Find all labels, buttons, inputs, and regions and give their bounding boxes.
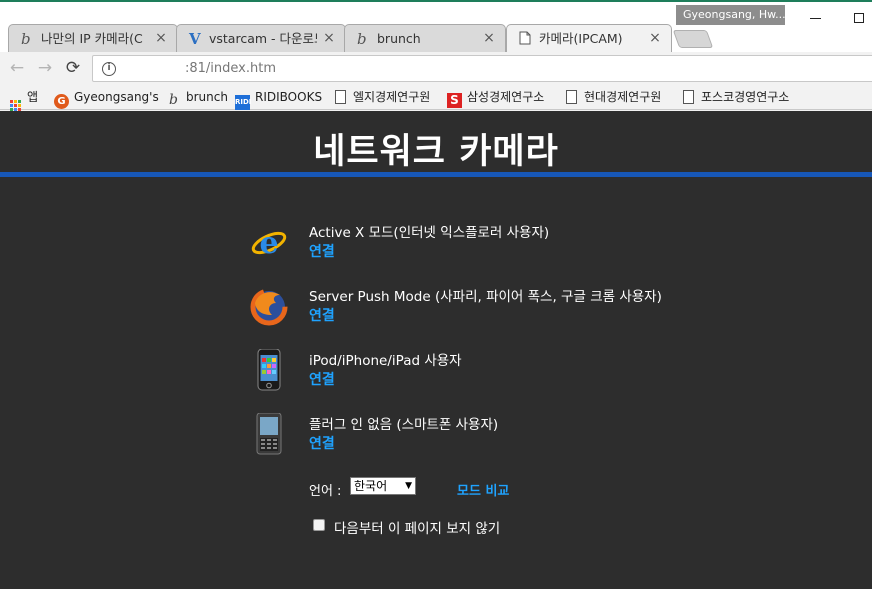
dont-show-again-label: 다음부터 이 페이지 보지 않기 <box>334 521 501 537</box>
mode-no-plugin: 플러그 인 없음 (스마트폰 사용자) 연결 <box>250 413 810 461</box>
bookmark-label: brunch <box>186 90 228 104</box>
page-icon <box>566 90 577 104</box>
bookmark-ridibooks[interactable]: RIDI RIDIBOOKS <box>235 88 323 110</box>
page-title: 네트워크 카메라 <box>313 132 559 172</box>
bookmark-lg-economic[interactable]: 엘지경제연구원 <box>335 88 430 106</box>
mode-ios: iPod/iPhone/iPad 사용자 연결 <box>250 349 810 397</box>
bookmark-label: 현대경제연구원 <box>584 90 662 104</box>
bookmark-label: 엘지경제연구원 <box>353 90 431 104</box>
tab-label: 카메라(IPCAM) <box>539 31 623 46</box>
tab-strip: Gyeongsang, Hw... b 나만의 IP 카메라(C × V vst… <box>0 0 872 53</box>
bookmark-samsung-economic[interactable]: S 삼성경제연구소 <box>447 88 545 108</box>
new-tab-button[interactable] <box>672 30 714 48</box>
svg-text:e: e <box>259 226 278 261</box>
page-icon <box>519 31 533 47</box>
mode-title: iPod/iPhone/iPad 사용자 <box>309 353 462 369</box>
brunch-icon: b <box>169 92 178 108</box>
address-bar[interactable]: i :81/index.htm <box>92 55 872 82</box>
bookmark-apps[interactable]: 앱 <box>10 88 39 111</box>
bookmark-label: RIDIBOOKS <box>255 90 323 104</box>
mode-title: 플러그 인 없음 (스마트폰 사용자) <box>309 417 499 433</box>
minimize-icon <box>809 18 821 19</box>
info-icon[interactable]: i <box>102 62 116 76</box>
bookmark-label: 포스코경영연구소 <box>701 90 790 104</box>
url-text[interactable]: :81/index.htm <box>185 61 276 76</box>
page-icon <box>683 90 694 104</box>
browser-chrome: Gyeongsang, Hw... b 나만의 IP 카메라(C × V vst… <box>0 0 872 111</box>
close-tab-icon[interactable]: × <box>482 30 496 46</box>
connect-link-ios[interactable]: 연결 <box>309 369 335 389</box>
smartphone-icon <box>256 413 282 455</box>
language-select[interactable]: 한국어 ▼ <box>350 477 416 495</box>
mode-server-push: Server Push Mode (사파리, 파이어 폭스, 구글 크롬 사용자… <box>250 285 810 333</box>
iphone-icon <box>257 349 281 391</box>
navigation-toolbar: ← → ⟳ i :81/index.htm <box>0 52 872 84</box>
apps-grid-icon <box>10 100 21 111</box>
tab-vstarcam[interactable]: V vstarcam - 다운로드 × <box>176 24 346 53</box>
page-icon <box>335 90 346 104</box>
connect-link-no-plugin[interactable]: 연결 <box>309 433 335 453</box>
profile-button[interactable]: Gyeongsang, Hw... <box>676 5 785 25</box>
dropdown-arrow-icon: ▼ <box>405 481 412 491</box>
bookmark-label: 앱 <box>27 90 39 104</box>
tab-label: brunch <box>377 31 421 46</box>
page-content: 네트워크 카메라 e Active X 모드(인터넷 익스플로러 사용자) 연결… <box>0 111 872 589</box>
language-label: 언어 : <box>309 484 342 499</box>
tab-label: 나만의 IP 카메라(C <box>41 31 143 46</box>
gyeongsang-icon: G <box>54 94 69 109</box>
firefox-icon <box>250 288 288 326</box>
tab-label: vstarcam - 다운로드 <box>209 31 317 46</box>
back-button[interactable]: ← <box>6 57 28 79</box>
language-selected-value: 한국어 <box>354 479 388 493</box>
mode-activex: e Active X 모드(인터넷 익스플로러 사용자) 연결 <box>250 221 810 269</box>
maximize-button[interactable] <box>844 7 872 29</box>
mode-title: Active X 모드(인터넷 익스플로러 사용자) <box>309 225 550 241</box>
forward-button[interactable]: → <box>34 57 56 79</box>
bookmark-label: 삼성경제연구소 <box>467 90 545 104</box>
connect-link-activex[interactable]: 연결 <box>309 241 335 261</box>
connect-link-server-push[interactable]: 연결 <box>309 305 335 325</box>
samsung-icon: S <box>447 93 462 108</box>
bookmark-gyeongsang[interactable]: G Gyeongsang's <box>54 88 159 109</box>
reload-button[interactable]: ⟳ <box>62 57 84 79</box>
brunch-icon: b <box>21 30 31 48</box>
mode-title: Server Push Mode (사파리, 파이어 폭스, 구글 크롬 사용자… <box>309 289 662 305</box>
bookmarks-bar: 앱 G Gyeongsang's b brunch RIDI RIDIBOOKS 엘지… <box>0 84 872 111</box>
mode-compare-link[interactable]: 모드 비교 <box>457 480 509 499</box>
bookmark-label: Gyeongsang's <box>74 90 159 104</box>
bookmark-brunch[interactable]: b brunch <box>166 88 228 108</box>
close-tab-icon[interactable]: × <box>648 30 662 46</box>
close-tab-icon[interactable]: × <box>322 30 336 46</box>
ridibooks-icon: RIDI <box>235 95 251 110</box>
maximize-icon <box>854 13 864 23</box>
brunch-icon: b <box>357 30 367 48</box>
internet-explorer-icon: e <box>251 226 287 261</box>
tab-brunch[interactable]: b brunch × <box>344 24 506 53</box>
tab-ip-camera[interactable]: b 나만의 IP 카메라(C × <box>8 24 178 53</box>
vstarcam-icon: V <box>189 30 201 48</box>
close-tab-icon[interactable]: × <box>154 30 168 46</box>
bookmark-hyundai-economic[interactable]: 현대경제연구원 <box>566 88 661 106</box>
title-divider <box>0 172 872 177</box>
dont-show-again-checkbox[interactable] <box>313 519 325 531</box>
bookmark-posco-research[interactable]: 포스코경영연구소 <box>683 88 789 106</box>
tab-ipcam[interactable]: 카메라(IPCAM) × <box>506 24 672 53</box>
minimize-button[interactable] <box>800 7 830 29</box>
